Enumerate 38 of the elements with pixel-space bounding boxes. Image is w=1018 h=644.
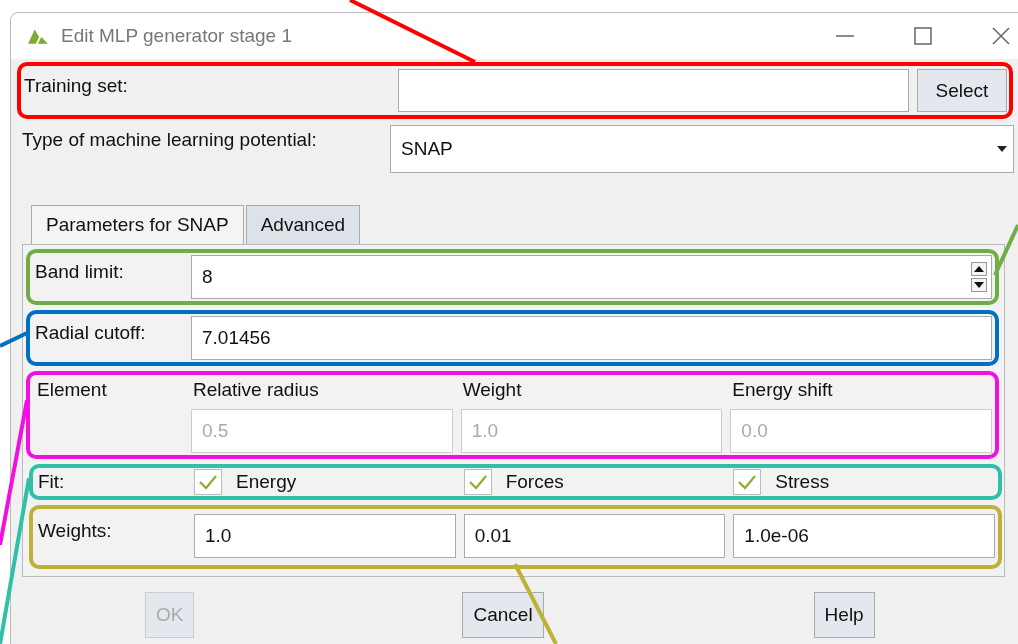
column-header: Weight — [461, 379, 523, 401]
field-label: Type of machine learning potential: — [22, 128, 318, 152]
field-label: Weights: — [38, 519, 113, 543]
dialog-button[interactable]: Help — [813, 592, 875, 638]
weight-field[interactable]: 1.0e-06 — [733, 514, 995, 558]
field-label: Radial cutoff: — [35, 321, 147, 345]
column-header: Element — [36, 379, 108, 401]
column-header: Energy shift — [731, 379, 834, 401]
field-label: Fit: — [38, 471, 66, 493]
checkbox-label: Forces — [505, 471, 564, 493]
tab[interactable]: Advanced — [245, 205, 361, 244]
training-set-field[interactable] — [398, 69, 909, 112]
band-limit-spinbox[interactable]: 8 — [191, 255, 992, 299]
close-icon[interactable] — [991, 26, 1011, 46]
app-logo-icon — [27, 27, 49, 45]
checkmark-icon — [198, 474, 218, 490]
maximize-icon[interactable] — [913, 26, 933, 46]
spin-up-icon[interactable] — [971, 262, 987, 276]
radial-cutoff-field[interactable]: 7.01456 — [191, 316, 992, 360]
checkmark-icon — [737, 474, 758, 490]
window-title: Edit MLP generator stage 1 — [61, 25, 292, 47]
field-label: Training set: — [24, 74, 129, 98]
checkbox[interactable] — [733, 469, 762, 495]
field-label: Band limit: — [35, 260, 125, 284]
checkbox-label: Energy — [236, 471, 297, 493]
tab[interactable]: Parameters for SNAP — [31, 205, 244, 244]
spin-down-icon[interactable] — [971, 278, 987, 292]
dialog-button[interactable]: Cancel — [462, 592, 544, 638]
checkbox[interactable] — [194, 469, 222, 495]
caret-icon[interactable] — [997, 146, 1007, 152]
checkmark-icon — [467, 474, 488, 490]
checkbox-label: Stress — [775, 471, 830, 493]
select-button[interactable]: Select — [917, 69, 1007, 112]
checkbox[interactable] — [463, 469, 492, 495]
column-header: Relative radius — [192, 379, 320, 401]
weight-field[interactable]: 0.01 — [463, 514, 726, 558]
weight-field[interactable]: 1.0 — [194, 514, 456, 558]
potential-dropdown[interactable]: SNAP — [390, 125, 1014, 173]
